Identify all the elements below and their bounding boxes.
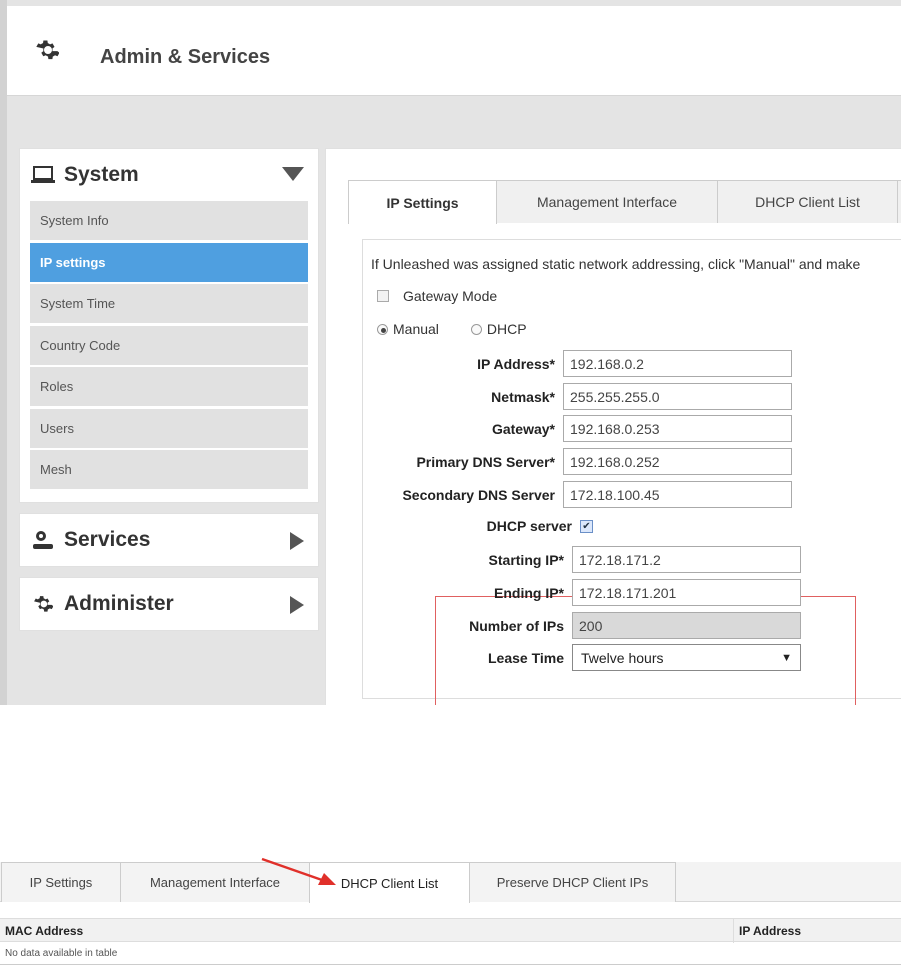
intro-text: If Unleashed was assigned static network… (371, 256, 861, 272)
ending-ip-input[interactable]: 172.18.171.201 (572, 579, 801, 606)
gear-icon (30, 593, 56, 615)
gateway-row: Gateway* 192.168.0.253 (363, 415, 792, 442)
primary-dns-label: Primary DNS Server* (416, 453, 555, 470)
gear-icon (36, 40, 59, 60)
primary-dns-row: Primary DNS Server* 192.168.0.252 (363, 448, 792, 475)
ending-ip-label: Ending IP* (494, 584, 564, 601)
services-icon (30, 529, 56, 551)
dhcp-client-list-screenshot: IP Settings Management Interface DHCP Cl… (0, 852, 901, 979)
dhcp-server-row: DHCP server ✔ (363, 518, 593, 534)
sidebar-item-users[interactable]: Users (30, 408, 308, 448)
admin-services-screenshot: Admin & Services System System Info IP s… (0, 0, 901, 705)
sidebar-item-mesh[interactable]: Mesh (30, 450, 308, 489)
gateway-input[interactable]: 192.168.0.253 (563, 415, 792, 442)
netmask-label: Netmask* (491, 388, 555, 405)
starting-ip-input[interactable]: 172.18.171.2 (572, 546, 801, 573)
tab-management-interface[interactable]: Management Interface (496, 180, 718, 223)
bottom-tab-preserve-dhcp-client-ips[interactable]: Preserve DHCP Client IPs (469, 862, 676, 902)
num-ips-label: Number of IPs (469, 617, 564, 634)
triangle-right-icon (290, 531, 304, 550)
num-ips-row: Number of IPs 200 (372, 612, 801, 639)
sidebar-section-system: System System Info IP settings System Ti… (19, 148, 319, 503)
sidebar-header-label: Administer (64, 591, 174, 615)
dhcp-label: DHCP (486, 321, 527, 337)
lease-time-row: Lease Time Twelve hours ▼ (372, 644, 801, 671)
tab-bar: IP Settings Management Interface DHCP Cl… (348, 180, 901, 224)
column-mac-address[interactable]: MAC Address (5, 924, 83, 938)
page-header: Admin & Services (7, 6, 901, 96)
bottom-tab-ip-settings[interactable]: IP Settings (1, 862, 121, 902)
tab-more[interactable] (897, 180, 901, 223)
lease-time-label: Lease Time (487, 649, 564, 666)
caret-down-icon: ▼ (781, 651, 792, 664)
lease-time-select[interactable]: Twelve hours ▼ (572, 644, 801, 671)
sidebar-item-system-time[interactable]: System Time (30, 284, 308, 323)
manual-radio[interactable] (377, 323, 388, 335)
table-empty-message: No data available in table (0, 942, 901, 965)
sidebar-header-label: Services (64, 527, 151, 551)
triangle-right-icon (290, 595, 304, 614)
tab-ip-settings[interactable]: IP Settings (348, 180, 497, 224)
starting-ip-row: Starting IP* 172.18.171.2 (372, 546, 801, 573)
manual-label: Manual (393, 321, 439, 337)
sidebar-header-services[interactable]: Services (20, 514, 318, 566)
gateway-label: Gateway* (491, 420, 555, 437)
primary-dns-input[interactable]: 192.168.0.252 (563, 448, 792, 475)
sidebar-items: System Info IP settings System Time Coun… (20, 201, 318, 502)
secondary-dns-label: Secondary DNS Server (402, 486, 555, 503)
sidebar-header-label: System (64, 163, 139, 186)
addressing-mode-row: Manual DHCP (377, 321, 527, 337)
main-panel: IP Settings Management Interface DHCP Cl… (325, 148, 901, 705)
dhcp-server-label: DHCP server (486, 518, 572, 534)
num-ips-input: 200 (572, 612, 801, 639)
dhcp-radio[interactable] (470, 323, 482, 335)
annotation-arrow-icon (261, 857, 336, 885)
ip-address-input[interactable]: 192.168.0.2 (563, 350, 792, 377)
laptop-icon (30, 164, 56, 186)
ip-settings-panel: If Unleashed was assigned static network… (362, 239, 901, 705)
sidebar-section-services: Services (19, 512, 319, 567)
bottom-tab-bar: IP Settings Management Interface DHCP Cl… (0, 862, 901, 903)
dhcp-server-checkbox[interactable]: ✔ (580, 519, 593, 533)
sidebar-header-system[interactable]: System (20, 149, 318, 201)
ip-address-row: IP Address* 192.168.0.2 (363, 350, 792, 377)
client-table-header: MAC Address IP Address (0, 918, 901, 943)
sidebar-item-roles[interactable]: Roles (30, 367, 308, 406)
sidebar-item-country-code[interactable]: Country Code (30, 325, 308, 365)
column-ip-address[interactable]: IP Address (739, 924, 801, 938)
ending-ip-row: Ending IP* 172.18.171.201 (372, 579, 801, 606)
sidebar-header-administer[interactable]: Administer (20, 578, 318, 630)
tab-dhcp-client-list[interactable]: DHCP Client List (717, 180, 898, 223)
sidebar-item-ip-settings[interactable]: IP settings (30, 242, 308, 282)
netmask-row: Netmask* 255.255.255.0 (363, 383, 792, 410)
sidebar-section-administer: Administer (19, 576, 319, 631)
gateway-mode-row: Gateway Mode (377, 288, 497, 304)
gateway-mode-checkbox[interactable] (377, 290, 389, 302)
column-divider (733, 919, 734, 943)
starting-ip-label: Starting IP* (488, 551, 564, 568)
netmask-input[interactable]: 255.255.255.0 (563, 383, 792, 410)
gateway-mode-label: Gateway Mode (403, 288, 498, 304)
ip-address-label: IP Address* (477, 355, 555, 372)
page-title: Admin & Services (100, 46, 271, 68)
sidebar-item-system-info[interactable]: System Info (30, 201, 308, 240)
triangle-down-icon (282, 167, 304, 181)
sidebar: System System Info IP settings System Ti… (19, 148, 319, 641)
lease-time-value: Twelve hours (581, 649, 664, 666)
secondary-dns-row: Secondary DNS Server 172.18.100.45 (363, 481, 792, 508)
secondary-dns-input[interactable]: 172.18.100.45 (563, 481, 792, 508)
